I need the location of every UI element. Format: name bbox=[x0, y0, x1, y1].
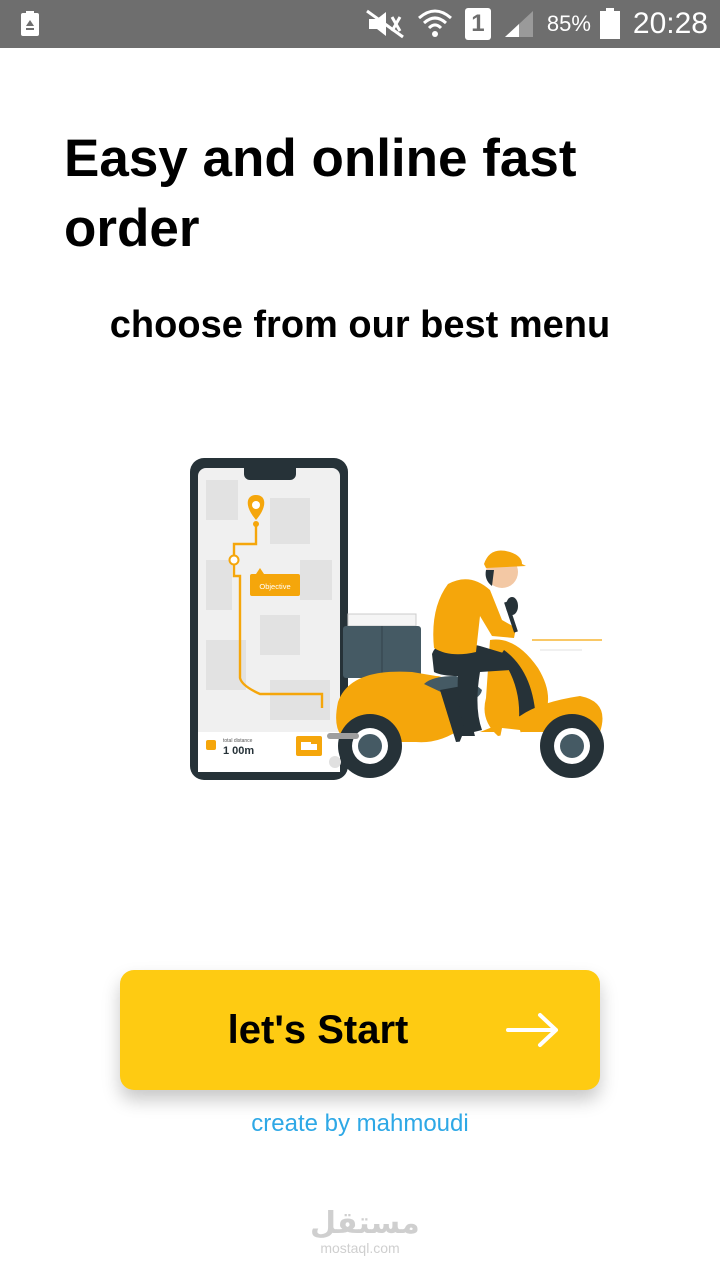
page-subtitle: choose from our best menu bbox=[109, 304, 611, 346]
sim-slot-number: 1 bbox=[471, 10, 485, 37]
watermark-logo: مستقل bbox=[310, 1206, 420, 1241]
distance-icon bbox=[206, 740, 216, 750]
watermark: مستقل mostaql.com bbox=[310, 1206, 420, 1257]
objective-label: Objective bbox=[259, 582, 290, 591]
route-stop bbox=[228, 554, 240, 566]
distance-caption: total distance bbox=[223, 738, 253, 744]
status-bar: 1 85% 20:28 bbox=[0, 0, 720, 48]
start-button[interactable]: let's Start bbox=[120, 970, 600, 1090]
phone-notch bbox=[244, 458, 296, 480]
clock: 20:28 bbox=[632, 7, 708, 40]
distance-value: 1 00m bbox=[223, 745, 254, 757]
sim-icon: 1 bbox=[464, 8, 491, 40]
arrow-right-icon bbox=[506, 1013, 558, 1047]
rider-cap bbox=[484, 550, 526, 568]
wifi-icon bbox=[417, 9, 452, 37]
credit-link[interactable]: create by mahmoudi bbox=[0, 1110, 720, 1138]
battery-percent: 85% bbox=[546, 11, 591, 36]
delivery-scooter-illustration: Objective total distance 1 00m bbox=[190, 458, 604, 780]
mute-icon bbox=[365, 9, 404, 39]
start-button-label: let's Start bbox=[227, 1007, 409, 1052]
page-title: Easy and online fast order bbox=[64, 129, 577, 258]
watermark-url: mostaql.com bbox=[320, 1240, 400, 1256]
recycle-icon bbox=[21, 11, 39, 36]
signal-icon bbox=[504, 11, 533, 37]
battery-icon bbox=[599, 8, 620, 39]
